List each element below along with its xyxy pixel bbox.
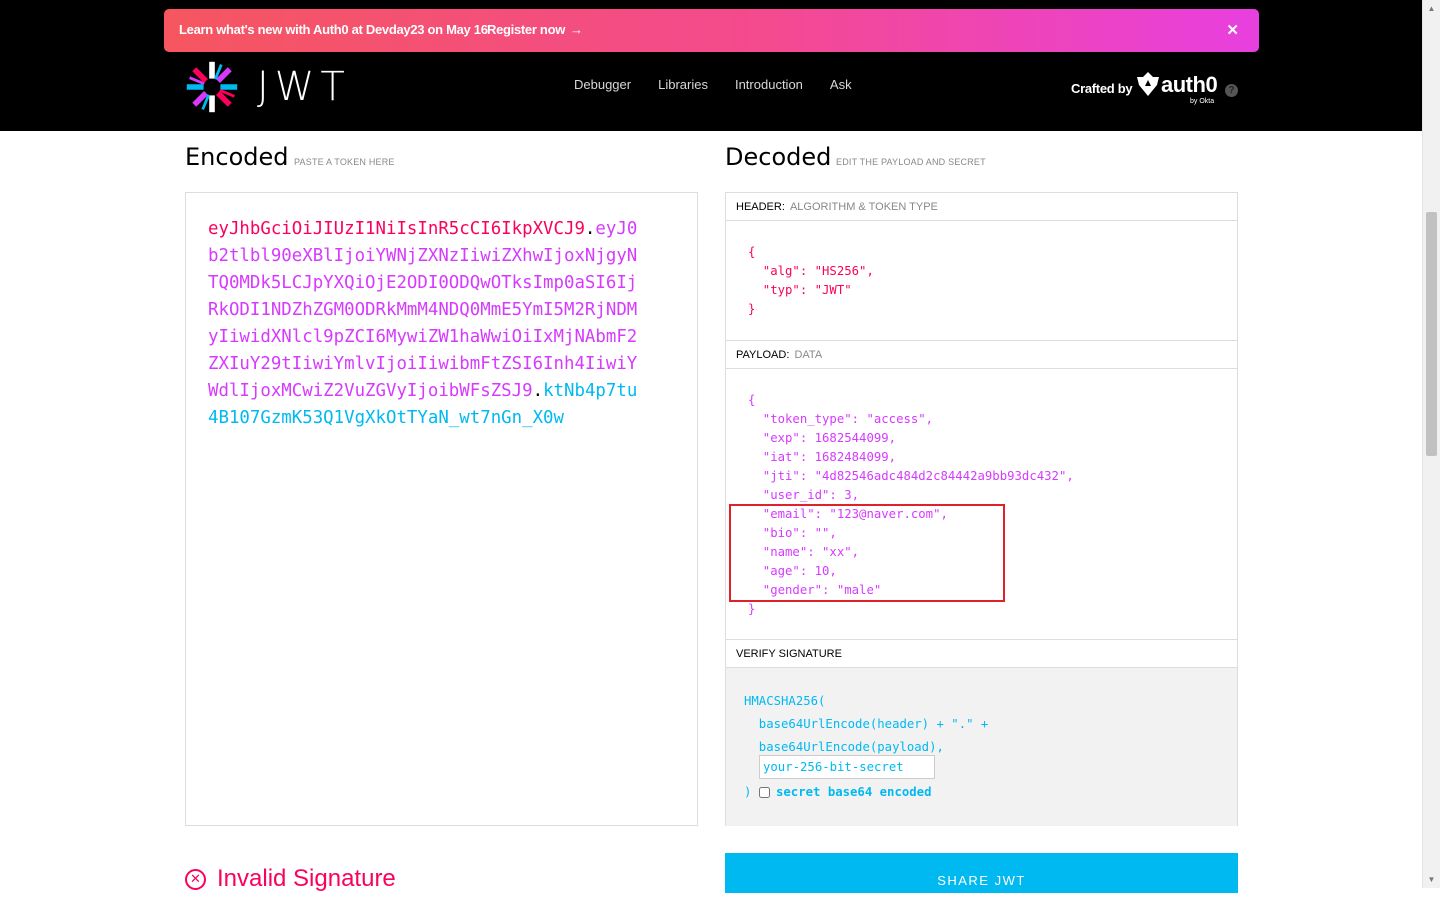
highlight-box bbox=[729, 504, 1005, 602]
scrollbar-thumb[interactable] bbox=[1426, 212, 1437, 456]
promo-banner: Learn what's new with Auth0 at Devday23 … bbox=[164, 9, 1259, 52]
close-paren: ) bbox=[744, 785, 752, 799]
jwt-logo-text[interactable]: JWT bbox=[257, 64, 351, 110]
json-line: "exp": 1682544099, bbox=[748, 431, 897, 445]
token-dot: . bbox=[532, 381, 544, 401]
verify-signature-editor: HMACSHA256( base64UrlEncode(header) + ".… bbox=[726, 668, 1237, 826]
header-json-editor[interactable]: { "alg": "HS256", "typ": "JWT" } bbox=[726, 221, 1237, 341]
signature-status: ✕ Invalid Signature bbox=[185, 865, 396, 893]
by-okta-label: by Okta bbox=[1190, 98, 1215, 105]
auth0-brand[interactable]: auth0 bbox=[1161, 72, 1218, 98]
verify-section-label: VERIFY SIGNATURE bbox=[726, 640, 1237, 668]
header-section-label: HEADER: ALGORITHM & TOKEN TYPE bbox=[726, 193, 1237, 221]
json-line: "alg": "HS256", bbox=[748, 264, 874, 278]
json-line: { bbox=[748, 393, 756, 407]
help-icon[interactable]: ? bbox=[1225, 84, 1238, 97]
encoded-subtitle: PASTE A TOKEN HERE bbox=[294, 157, 395, 167]
json-line: "token_type": "access", bbox=[748, 412, 934, 426]
error-circle-icon: ✕ bbox=[185, 868, 206, 890]
promo-text: Learn what's new with Auth0 at Devday23 … bbox=[179, 22, 488, 37]
decoded-subtitle: EDIT THE PAYLOAD AND SECRET bbox=[836, 157, 986, 167]
decoded-title: Decoded bbox=[725, 143, 832, 171]
token-header-part: eyJhbGciOiJIUzI1NiIsInR5cCI6IkpXVCJ9 bbox=[208, 219, 585, 239]
nav-ask[interactable]: Ask bbox=[830, 77, 852, 92]
base64-encoded-label[interactable]: secret base64 encoded bbox=[776, 785, 931, 799]
header-label: HEADER: bbox=[736, 201, 785, 213]
token-dot: . bbox=[584, 219, 596, 239]
json-line: "jti": "4d82546adc484d2c84442a9bb93dc432… bbox=[748, 469, 1074, 483]
json-line: { bbox=[748, 245, 756, 259]
nav-introduction[interactable]: Introduction bbox=[735, 77, 803, 92]
payload-label: PAYLOAD: bbox=[736, 349, 790, 361]
base64-encoded-checkbox[interactable] bbox=[759, 787, 770, 798]
encoded-token-text[interactable]: eyJhbGciOiJIUzI1NiIsInR5cCI6IkpXVCJ9.eyJ… bbox=[208, 216, 638, 432]
json-line: "user_id": 3, bbox=[748, 488, 860, 502]
nav-debugger[interactable]: Debugger bbox=[574, 77, 631, 92]
share-jwt-button[interactable]: SHARE JWT bbox=[725, 853, 1238, 893]
invalid-signature-label: Invalid Signature bbox=[217, 865, 396, 892]
encoded-token-input[interactable]: eyJhbGciOiJIUzI1NiIsInR5cCI6IkpXVCJ9.eyJ… bbox=[185, 192, 698, 826]
register-now-label: Register now bbox=[487, 22, 566, 37]
auth0-shield-icon[interactable] bbox=[1137, 72, 1159, 96]
json-line: "iat": 1682484099, bbox=[748, 450, 897, 464]
verify-line: HMACSHA256( bbox=[744, 694, 826, 708]
crafted-by-label: Crafted by bbox=[1071, 81, 1133, 96]
jwt-logo-icon[interactable] bbox=[184, 59, 240, 115]
scrollbar[interactable]: ▲ ▼ bbox=[1422, 0, 1440, 888]
json-line: "typ": "JWT" bbox=[748, 283, 852, 297]
main-nav: Debugger Libraries Introduction Ask bbox=[574, 77, 852, 92]
token-payload-part: eyJ0b2tlbl90eXBlIjoiYWNjZXNzIiwiZXhwIjox… bbox=[208, 219, 638, 401]
scroll-up-icon[interactable]: ▲ bbox=[1423, 0, 1440, 17]
json-line: } bbox=[748, 602, 756, 616]
payload-section-label: PAYLOAD: DATA bbox=[726, 341, 1237, 369]
encoded-title: Encoded bbox=[185, 143, 289, 171]
top-bar: Learn what's new with Auth0 at Devday23 … bbox=[0, 0, 1422, 131]
header-sublabel: ALGORITHM & TOKEN TYPE bbox=[789, 201, 938, 213]
verify-line: base64UrlEncode(header) + "." + bbox=[744, 717, 989, 731]
scroll-down-icon[interactable]: ▼ bbox=[1423, 871, 1440, 888]
arrow-right-icon: → bbox=[570, 22, 583, 37]
payload-sublabel: DATA bbox=[794, 349, 823, 361]
close-icon[interactable]: ✕ bbox=[1226, 21, 1239, 39]
nav-libraries[interactable]: Libraries bbox=[658, 77, 708, 92]
json-line: } bbox=[748, 302, 756, 316]
secret-input[interactable] bbox=[759, 755, 935, 779]
register-now-link[interactable]: Register now → bbox=[487, 22, 583, 37]
